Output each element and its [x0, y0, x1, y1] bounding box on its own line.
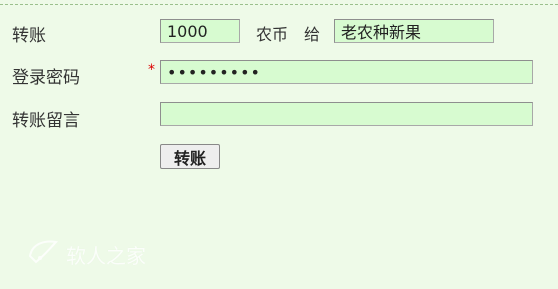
- required-mark: *: [148, 62, 155, 78]
- transfer-submit-button[interactable]: 转账: [160, 144, 220, 169]
- recipient-input[interactable]: [334, 19, 494, 43]
- message-input[interactable]: [160, 102, 533, 126]
- to-text: 给: [304, 25, 321, 44]
- password-label: 登录密码: [12, 68, 80, 88]
- password-input[interactable]: [160, 60, 533, 84]
- transfer-amount-input[interactable]: [160, 19, 240, 43]
- currency-text: 农币: [256, 25, 289, 44]
- transfer-label: 转账: [12, 26, 46, 46]
- watermark-text: 软人之家: [66, 244, 146, 268]
- message-label: 转账留言: [12, 111, 80, 131]
- leaf-logo-icon: [26, 236, 66, 274]
- top-divider: [0, 4, 558, 5]
